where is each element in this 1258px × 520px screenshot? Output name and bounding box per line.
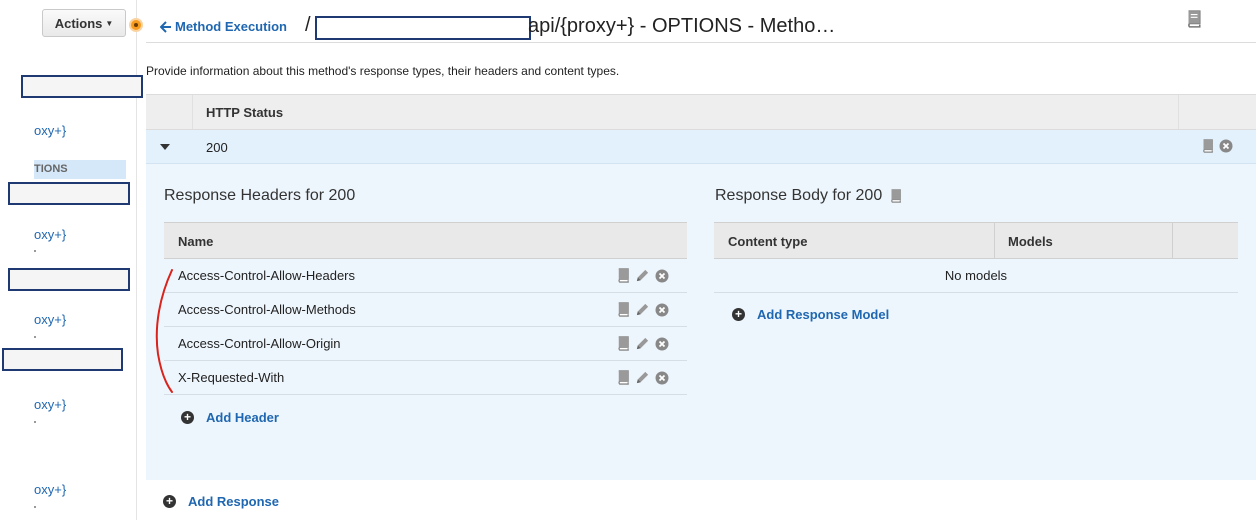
header-name: X-Requested-With [178, 370, 285, 385]
sidebar-item-proxy[interactable]: oxy+} [34, 397, 66, 412]
sidebar-item-proxy[interactable]: oxy+} [34, 123, 66, 138]
redacted-resource-path [8, 268, 130, 291]
redacted-resource-path [2, 348, 123, 371]
tree-dot [34, 421, 36, 423]
header-name: Access-Control-Allow-Headers [178, 268, 355, 283]
table-row: Access-Control-Allow-Origin [164, 327, 687, 361]
header-name: Access-Control-Allow-Origin [178, 336, 341, 351]
sidebar-item-proxy[interactable]: oxy+} [34, 227, 66, 242]
response-body-title-wrap: Response Body for 200 [715, 187, 902, 205]
http-status-column-header: HTTP Status [206, 105, 284, 120]
expand-caret-icon[interactable] [160, 144, 170, 150]
close-circle-icon[interactable] [655, 371, 669, 385]
page-description: Provide information about this method's … [146, 64, 620, 78]
table-row: Access-Control-Allow-Headers [164, 259, 687, 293]
book-icon[interactable] [615, 302, 630, 317]
sidebar-item-proxy[interactable]: oxy+} [34, 482, 66, 497]
pencil-icon[interactable] [635, 302, 650, 317]
caret-down-icon: ▼ [105, 18, 114, 28]
add-response-model-button[interactable]: + Add Response Model [732, 307, 889, 322]
header-name: Access-Control-Allow-Methods [178, 302, 356, 317]
add-response-label: Add Response [188, 494, 280, 509]
method-execution-back-link[interactable]: Method Execution [160, 19, 287, 34]
row-actions [615, 336, 669, 351]
response-body-table-header: Content type Models [714, 222, 1238, 259]
redacted-resource-path [8, 182, 130, 205]
models-column-header: Models [1008, 234, 1053, 249]
row-actions [615, 302, 669, 317]
arrow-left-icon [160, 20, 171, 33]
book-icon[interactable] [1200, 139, 1214, 153]
caret-column [146, 95, 193, 129]
content-type-column-header: Content type [728, 234, 808, 249]
row-actions [615, 268, 669, 283]
plus-circle-icon: + [163, 495, 176, 508]
close-circle-icon[interactable] [655, 337, 669, 351]
add-header-button[interactable]: + Add Header [181, 410, 279, 425]
book-icon[interactable] [615, 336, 630, 351]
row-actions [1200, 139, 1233, 153]
column-divider [1172, 223, 1173, 258]
table-row: X-Requested-With [164, 361, 687, 395]
close-circle-icon[interactable] [1219, 139, 1233, 153]
table-row[interactable]: 200 [146, 130, 1256, 164]
actions-label: Actions [54, 15, 103, 31]
tree-dot [34, 506, 36, 508]
redacted-api-path [315, 16, 531, 40]
row-actions [615, 370, 669, 385]
http-status-table-header: HTTP Status [146, 94, 1256, 130]
sidebar-item-proxy[interactable]: oxy+} [34, 312, 66, 327]
page-title: api/{proxy+} - OPTIONS - Metho… [528, 15, 836, 37]
sidebar-item-options-method[interactable]: TIONS [34, 160, 126, 179]
path-prefix: / [305, 14, 311, 36]
column-divider [994, 223, 995, 258]
response-headers-title: Response Headers for 200 [164, 187, 356, 204]
response-body-title: Response Body for 200 [715, 187, 883, 204]
pencil-icon[interactable] [635, 336, 650, 351]
plus-circle-icon: + [732, 308, 745, 321]
table-row: Access-Control-Allow-Methods [164, 293, 687, 327]
close-circle-icon[interactable] [655, 269, 669, 283]
close-circle-icon[interactable] [655, 303, 669, 317]
add-response-model-label: Add Response Model [757, 307, 890, 322]
book-icon[interactable] [615, 370, 630, 385]
tree-dot [34, 250, 36, 252]
add-response-button[interactable]: + Add Response [163, 494, 279, 509]
status-code: 200 [206, 140, 228, 155]
tree-dot [34, 336, 36, 338]
actions-dropdown-button[interactable]: Actions ▼ [42, 9, 126, 37]
book-icon[interactable] [888, 189, 902, 203]
pencil-icon[interactable] [635, 268, 650, 283]
documentation-book-icon[interactable] [1184, 10, 1202, 31]
back-link-label: Method Execution [175, 19, 287, 34]
header-divider [146, 42, 1256, 43]
annotation-bracket [155, 269, 173, 393]
add-header-label: Add Header [206, 410, 279, 425]
empty-models-message: No models [714, 259, 1238, 293]
pencil-icon[interactable] [635, 370, 650, 385]
plus-circle-icon: + [181, 411, 194, 424]
response-headers-table-header: Name [164, 222, 687, 259]
name-column-header: Name [178, 234, 214, 249]
redacted-resource-path [21, 75, 143, 98]
book-icon[interactable] [615, 268, 630, 283]
actions-column [1178, 95, 1256, 129]
status-indicator-icon [129, 18, 143, 32]
resource-sidebar: Actions ▼ oxy+} TIONS oxy+} oxy+} oxy+} … [0, 0, 143, 520]
